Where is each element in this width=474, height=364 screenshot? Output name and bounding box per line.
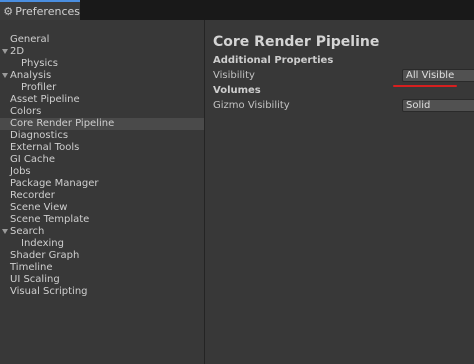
sidebar-item-label: Timeline (10, 262, 53, 273)
red-underline-annotation (393, 85, 457, 87)
sidebar-item[interactable]: Physics (0, 58, 204, 70)
sidebar-item[interactable]: UI Scaling (0, 274, 204, 286)
sidebar-item[interactable]: Jobs (0, 166, 204, 178)
sidebar-item[interactable]: 2D (0, 46, 204, 58)
sidebar-item-label: Asset Pipeline (10, 94, 80, 105)
page-title: Core Render Pipeline (213, 34, 380, 50)
sidebar-item[interactable]: GI Cache (0, 154, 204, 166)
gizmo-visibility-dropdown[interactable]: Solid (402, 99, 474, 112)
preferences-sidebar: General 2D Physics Analysis Profiler Asset Pi… (0, 32, 204, 364)
gizmo-visibility-label: Gizmo Visibility (213, 100, 290, 111)
foldout-arrow-icon[interactable] (2, 49, 8, 54)
preferences-content: Core Render Pipeline Additional Properti… (205, 20, 474, 364)
sidebar-item[interactable]: Search (0, 226, 204, 238)
sidebar-item[interactable]: Asset Pipeline (0, 94, 204, 106)
sidebar-item-label: Shader Graph (10, 250, 80, 261)
sidebar-item[interactable]: Core Render Pipeline (0, 118, 204, 130)
sidebar-item-label: Core Render Pipeline (10, 118, 115, 129)
sidebar-item-label: General (10, 34, 50, 45)
sidebar-item[interactable]: Scene Template (0, 214, 204, 226)
sidebar-item-label: Search (10, 226, 45, 237)
sidebar-item[interactable]: Visual Scripting (0, 286, 204, 298)
sidebar-item[interactable]: Profiler (0, 82, 204, 94)
sidebar-item[interactable]: External Tools (0, 142, 204, 154)
sidebar-item[interactable]: Timeline (0, 262, 204, 274)
gear-icon: ⚙ (3, 4, 14, 18)
foldout-arrow-icon[interactable] (2, 73, 8, 78)
sidebar-item-label: GI Cache (10, 154, 55, 165)
preferences-tab[interactable]: ⚙ Preferences (0, 0, 80, 20)
sidebar-item[interactable]: Shader Graph (0, 250, 204, 262)
sidebar-item[interactable]: Analysis (0, 70, 204, 82)
sidebar-item-label: Colors (10, 106, 42, 117)
sidebar-item-label: Jobs (10, 166, 31, 177)
sidebar-item-label: Scene View (10, 202, 68, 213)
sidebar-item-label: Indexing (21, 238, 64, 249)
visibility-dropdown[interactable]: All Visible (402, 69, 474, 82)
tab-title: Preferences (15, 4, 80, 18)
sidebar-item-label: Diagnostics (10, 130, 69, 141)
sidebar-item-label: Visual Scripting (10, 286, 88, 297)
foldout-arrow-icon[interactable] (2, 229, 8, 234)
sidebar-item-label: Profiler (21, 82, 57, 93)
additional-properties-header: Additional Properties (213, 55, 334, 66)
sidebar-item[interactable]: Colors (0, 106, 204, 118)
sidebar-item[interactable]: Scene View (0, 202, 204, 214)
sidebar-item-label: Package Manager (10, 178, 99, 189)
sidebar-item-label: External Tools (10, 142, 80, 153)
sidebar-item-label: UI Scaling (10, 274, 60, 285)
sidebar-item[interactable]: Diagnostics (0, 130, 204, 142)
sidebar-item-label: 2D (10, 46, 25, 57)
sidebar-item[interactable]: General (0, 34, 204, 46)
sidebar-item[interactable]: Indexing (0, 238, 204, 250)
sidebar-item-label: Analysis (10, 70, 52, 81)
volumes-header: Volumes (213, 85, 261, 96)
title-bar: ⚙ Preferences (0, 0, 474, 20)
sidebar-item-label: Scene Template (10, 214, 90, 225)
sidebar-item-label: Physics (21, 58, 58, 69)
sidebar-item-label: Recorder (10, 190, 55, 201)
visibility-label: Visibility (213, 70, 255, 81)
sidebar-item[interactable]: Package Manager (0, 178, 204, 190)
sidebar-item[interactable]: Recorder (0, 190, 204, 202)
